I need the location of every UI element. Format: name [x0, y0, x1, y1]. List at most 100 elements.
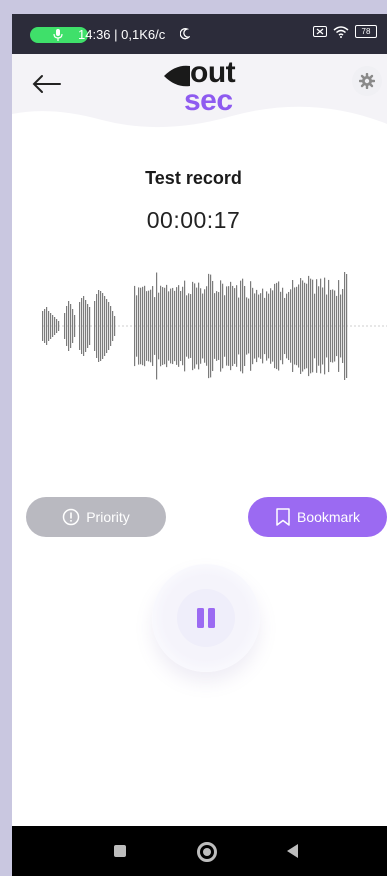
back-button[interactable] — [28, 70, 64, 98]
waveform-bar — [252, 287, 254, 365]
waveform-bar — [266, 291, 268, 361]
pause-icon — [197, 608, 215, 628]
waveform-bar — [292, 280, 294, 372]
waveform-bar — [274, 283, 276, 369]
app-screen: 14:36 | 0,1K6/c 78 out sec Priority Book… — [12, 14, 387, 876]
waveform-bar — [172, 287, 174, 365]
waveform-bar — [258, 294, 260, 358]
waveform-bar — [98, 290, 100, 362]
waveform-bar — [290, 289, 292, 363]
waveform-bar — [178, 285, 180, 367]
waveform-bar — [282, 287, 284, 365]
waveform-bar — [68, 301, 70, 351]
waveform-bar — [156, 272, 158, 380]
logo-text-bottom: sec — [184, 84, 233, 117]
sim-icon — [313, 26, 327, 37]
waveform-bar — [232, 285, 234, 367]
waveform-bar — [214, 293, 216, 359]
recent-apps-button[interactable] — [114, 845, 126, 857]
waveform-bar — [70, 304, 72, 348]
pause-button-core[interactable] — [177, 589, 235, 647]
waveform-bar — [242, 278, 244, 374]
wifi-icon — [333, 25, 349, 38]
waveform-bar — [344, 272, 346, 380]
waveform-bar — [308, 275, 310, 377]
waveform-bar — [114, 316, 116, 336]
waveform-bar — [83, 296, 85, 356]
waveform-bar — [164, 287, 166, 365]
priority-label: Priority — [86, 509, 130, 525]
waveform-bar — [318, 286, 320, 366]
waveform-bar — [168, 291, 170, 361]
waveform-bar — [52, 315, 54, 337]
waveform-bar — [182, 286, 184, 366]
waveform-bar — [304, 282, 306, 370]
waveform-bar — [338, 280, 340, 372]
waveform-bar — [56, 319, 58, 333]
waveform-bar — [218, 292, 220, 360]
waveform-bar — [202, 293, 204, 359]
waveform-bar — [166, 284, 168, 368]
waveform-bar — [81, 298, 83, 354]
waveform-bar — [228, 286, 230, 366]
outsec-logo: out sec — [160, 56, 256, 118]
waveform-bar — [324, 277, 326, 375]
waveform-bar — [314, 293, 316, 359]
waveform-bar — [158, 292, 160, 360]
waveform-bar — [142, 286, 144, 366]
recording-title: Test record — [145, 168, 242, 188]
waveform-bar — [334, 290, 336, 362]
waveform-bar — [256, 289, 258, 363]
waveform-bar — [264, 297, 266, 355]
home-button[interactable] — [197, 842, 217, 862]
waveform-bar — [192, 281, 194, 371]
waveform-bar — [340, 294, 342, 358]
waveform-bar — [174, 290, 176, 362]
settings-button[interactable] — [352, 66, 382, 96]
waveform-bar — [176, 287, 178, 365]
waveform-bar — [226, 286, 228, 366]
back-arrow-icon — [32, 75, 61, 93]
bookmark-button[interactable]: Bookmark — [248, 497, 387, 537]
waveform-bar — [96, 294, 98, 358]
bookmark-icon — [276, 508, 290, 526]
waveform-bar — [224, 295, 226, 357]
waveform-bar — [248, 298, 250, 354]
waveform-bar — [66, 306, 68, 346]
waveform-bar — [222, 283, 224, 369]
waveform-bar — [254, 293, 256, 359]
waveform-bar — [146, 291, 148, 361]
mic-icon — [53, 29, 63, 41]
priority-button[interactable]: Priority — [26, 497, 166, 537]
waveform-bar — [280, 291, 282, 361]
system-back-button[interactable] — [287, 844, 298, 858]
waveform-bar — [284, 297, 286, 355]
waveform-bar — [240, 280, 242, 372]
waveform-bar — [312, 279, 314, 373]
waveform-bar — [138, 287, 140, 365]
waveform-bar — [180, 290, 182, 362]
waveform-bar — [294, 287, 296, 365]
audio-waveform — [42, 272, 387, 380]
waveform-bar — [42, 311, 44, 341]
waveform-bar — [54, 317, 56, 335]
bookmark-label: Bookmark — [296, 509, 361, 525]
waveform-bar — [184, 280, 186, 372]
waveform-bar — [316, 279, 318, 373]
waveform-bar — [79, 302, 81, 350]
waveform-bar — [216, 291, 218, 361]
waveform-bar — [58, 321, 60, 331]
waveform-bar — [246, 297, 248, 355]
waveform-bar — [276, 282, 278, 370]
waveform-bar — [270, 288, 272, 364]
waveform-bar — [336, 295, 338, 357]
waveform-bar — [152, 286, 154, 366]
waveform-bar — [330, 289, 332, 363]
waveform-bar — [50, 313, 52, 339]
waveform-bar — [154, 297, 156, 355]
waveform-bar — [136, 295, 138, 357]
waveform-bar — [104, 296, 106, 356]
waveform-bar — [94, 301, 96, 351]
pause-button[interactable] — [152, 564, 260, 672]
waveform-bar — [278, 281, 280, 371]
